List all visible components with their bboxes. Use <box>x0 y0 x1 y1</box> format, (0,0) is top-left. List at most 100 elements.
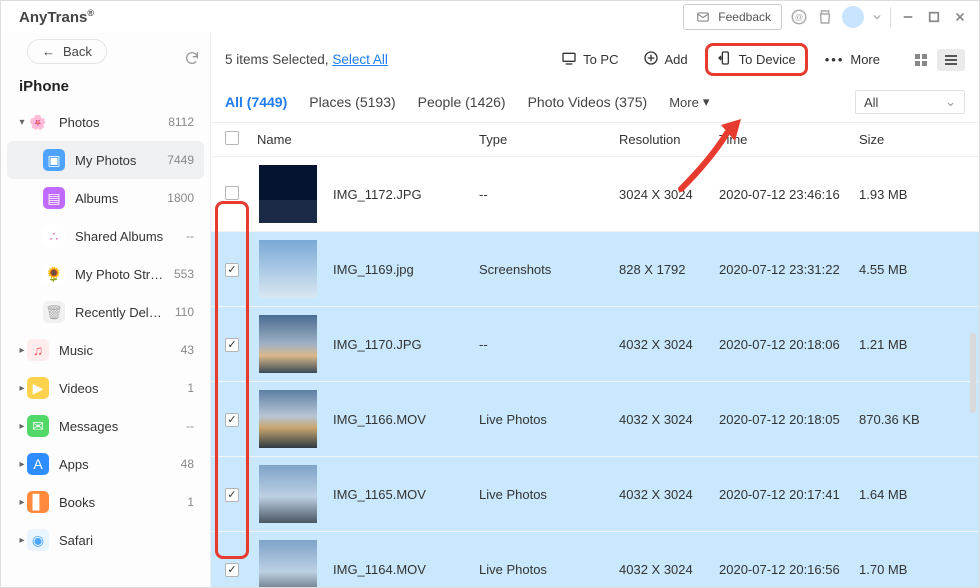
to-device-label: To Device <box>739 52 796 67</box>
col-time[interactable]: Time <box>713 124 853 155</box>
tab-photo-videos[interactable]: Photo Videos (375) <box>528 94 648 110</box>
maximize-icon[interactable] <box>925 8 943 26</box>
minimize-icon[interactable] <box>899 8 917 26</box>
sidebar-item-count: -- <box>186 419 194 433</box>
row-checkbox[interactable] <box>225 338 239 352</box>
svg-text:@: @ <box>795 13 803 22</box>
close-icon[interactable] <box>951 8 969 26</box>
tabs-more-button[interactable]: More ▾ <box>669 94 709 110</box>
tab-label: All <box>225 94 243 110</box>
my-photo-stream-icon: 🌻 <box>43 263 65 285</box>
selection-info: 5 items Selected, Select All <box>225 52 544 67</box>
videos-icon: ▶ <box>27 377 49 399</box>
sidebar-item-recently-deleted[interactable]: 🗑Recently Deleted110 <box>7 293 204 331</box>
file-time: 2020-07-12 20:18:06 <box>713 329 853 360</box>
sidebar-item-messages[interactable]: ▸✉Messages-- <box>7 407 204 445</box>
caret-icon: ▸ <box>17 497 27 508</box>
tab-count: (1426) <box>465 94 505 110</box>
category-filter-select[interactable]: All ⌄ <box>855 90 965 114</box>
to-device-button[interactable]: To Device <box>710 46 803 73</box>
app-brand: AnyTrans® <box>19 8 94 26</box>
scrollbar[interactable] <box>970 333 976 413</box>
sidebar-item-books[interactable]: ▸▋Books1 <box>7 483 204 521</box>
file-time: 2020-07-12 20:17:41 <box>713 479 853 510</box>
sidebar-item-label: Music <box>59 343 175 358</box>
table-row[interactable]: IMG_1172.JPG--3024 X 30242020-07-12 23:4… <box>211 157 979 232</box>
file-resolution: 4032 X 3024 <box>613 554 713 585</box>
col-name[interactable]: Name <box>253 124 473 155</box>
to-pc-icon <box>561 50 577 69</box>
music-icon: ♫ <box>27 339 49 361</box>
col-type[interactable]: Type <box>473 124 613 155</box>
row-checkbox[interactable] <box>225 186 239 200</box>
sidebar-item-my-photos[interactable]: ▣My Photos7449 <box>7 141 204 179</box>
sidebar-item-label: Videos <box>59 381 181 396</box>
row-checkbox[interactable] <box>225 563 239 577</box>
table-row[interactable]: IMG_1170.JPG--4032 X 30242020-07-12 20:1… <box>211 307 979 382</box>
sidebar-item-my-photo-stream[interactable]: 🌻 My Photo Stream 553 <box>7 255 204 293</box>
sidebar-item-count: 43 <box>181 343 194 357</box>
sidebar-item-count: 553 <box>174 267 194 281</box>
tab-all[interactable]: All (7449) <box>225 94 287 110</box>
sidebar-item-apps[interactable]: ▸AApps48 <box>7 445 204 483</box>
list-view-button[interactable] <box>937 49 965 71</box>
tab-count: (7449) <box>247 94 287 110</box>
sidebar-item-safari[interactable]: ▸◉Safari <box>7 521 204 559</box>
sidebar-item-count: 8112 <box>168 115 194 129</box>
sidebar-item-photos[interactable]: ▾🌸Photos8112 <box>7 103 204 141</box>
sidebar-item-label: Photos <box>59 115 162 130</box>
refresh-button[interactable] <box>179 45 205 71</box>
file-type: -- <box>473 329 613 360</box>
to-pc-button[interactable]: To PC <box>554 46 625 73</box>
thumbnail <box>259 540 317 587</box>
sidebar-item-count: 7449 <box>167 153 194 167</box>
sidebar-item-label: My Photo Stream <box>75 267 168 282</box>
caret-icon: ▸ <box>17 383 27 394</box>
caret-icon: ▸ <box>17 535 27 546</box>
sidebar-item-count: -- <box>186 229 194 243</box>
tab-places[interactable]: Places (5193) <box>309 94 395 110</box>
sidebar-item-count: 1 <box>187 381 194 395</box>
file-resolution: 3024 X 3024 <box>613 179 713 210</box>
tab-count: (5193) <box>355 94 395 110</box>
file-name: IMG_1170.JPG <box>333 337 422 352</box>
shop-icon[interactable] <box>816 8 834 26</box>
tab-people[interactable]: People (1426) <box>418 94 506 110</box>
add-button[interactable]: Add <box>636 46 695 73</box>
caret-icon: ▸ <box>17 459 27 470</box>
table-row[interactable]: IMG_1166.MOVLive Photos4032 X 30242020-0… <box>211 382 979 457</box>
table-row[interactable]: IMG_1164.MOVLive Photos4032 X 30242020-0… <box>211 532 979 587</box>
row-checkbox[interactable] <box>225 413 239 427</box>
row-checkbox[interactable] <box>225 488 239 502</box>
avatar-menu-icon[interactable] <box>872 8 882 26</box>
title-bar: AnyTrans® Feedback @ <box>1 1 979 33</box>
more-button[interactable]: ••• More <box>818 48 887 71</box>
to-device-callout: To Device <box>705 43 808 76</box>
user-avatar[interactable] <box>842 6 864 28</box>
col-resolution[interactable]: Resolution <box>613 124 713 155</box>
table-row[interactable]: IMG_1169.jpgScreenshots828 X 17922020-07… <box>211 232 979 307</box>
sidebar-item-label: Safari <box>59 533 188 548</box>
sidebar-item-albums[interactable]: ▤Albums1800 <box>7 179 204 217</box>
file-type: Live Photos <box>473 554 613 585</box>
file-size: 4.55 MB <box>853 254 953 285</box>
sidebar-item-music[interactable]: ▸♫Music43 <box>7 331 204 369</box>
sidebar-item-videos[interactable]: ▸▶ Videos 1 <box>7 369 204 407</box>
sidebar-item-count: 48 <box>181 457 194 471</box>
thumbnail <box>259 165 317 223</box>
row-checkbox[interactable] <box>225 263 239 277</box>
grid-view-button[interactable] <box>907 49 935 71</box>
sidebar-item-label: Messages <box>59 419 180 434</box>
file-name: IMG_1165.MOV <box>333 487 426 502</box>
file-type: -- <box>473 179 613 210</box>
select-all-link[interactable]: Select All <box>332 52 388 67</box>
feedback-button[interactable]: Feedback <box>683 4 782 30</box>
more-label: More <box>850 52 880 67</box>
sidebar-item-shared-albums[interactable]: ∴Shared Albums-- <box>7 217 204 255</box>
back-button[interactable]: ← Back <box>27 39 107 64</box>
col-size[interactable]: Size <box>853 124 953 155</box>
filter-tabs: All (7449) Places (5193) People (1426) Phot… <box>225 94 647 110</box>
help-icon[interactable]: @ <box>790 8 808 26</box>
select-all-checkbox[interactable] <box>225 131 239 145</box>
table-row[interactable]: IMG_1165.MOVLive Photos4032 X 30242020-0… <box>211 457 979 532</box>
